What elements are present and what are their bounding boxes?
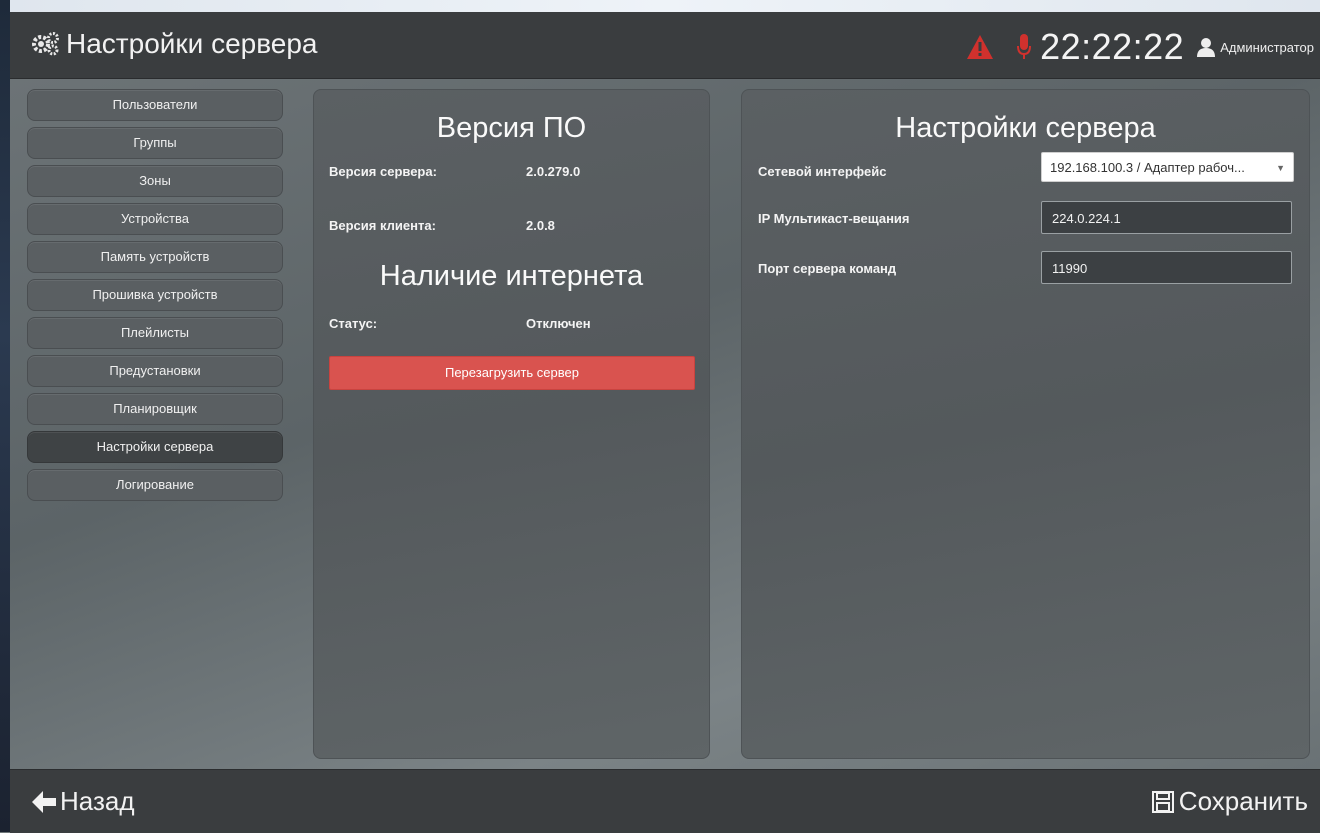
client-version-label: Версия клиента:	[329, 218, 436, 233]
save-button[interactable]: Сохранить	[1151, 786, 1308, 817]
chevron-down-icon: ▼	[1276, 163, 1285, 173]
server-version-value: 2.0.279.0	[526, 164, 581, 179]
app-header: Настройки сервера 22:22:22 Администратор	[10, 12, 1320, 79]
back-button[interactable]: Назад	[32, 786, 135, 817]
multicast-ip-label: IP Мультикаст-вещания	[758, 211, 910, 226]
window-top-edge	[10, 0, 1320, 12]
window-edge	[0, 0, 10, 832]
version-title: Версия ПО	[436, 112, 587, 144]
user-icon	[1197, 38, 1216, 57]
network-interface-value: 192.168.100.3 / Адаптер рабоч...	[1050, 160, 1245, 175]
arrow-left-icon	[32, 790, 56, 813]
client-version-value: 2.0.8	[526, 218, 555, 233]
app-footer: Назад Сохранить	[10, 769, 1320, 833]
network-interface-select[interactable]: 192.168.100.3 / Адаптер рабоч... ▼	[1041, 152, 1294, 182]
server-settings-panel: Настройки сервера Сетевой интерфейс 192.…	[741, 89, 1310, 759]
sidebar-item-presets[interactable]: Предустановки	[27, 355, 283, 387]
command-port-label: Порт сервера команд	[758, 261, 897, 276]
sidebar-item-device-memory[interactable]: Память устройств	[27, 241, 283, 273]
sidebar-item-logging[interactable]: Логирование	[27, 469, 283, 501]
warning-icon[interactable]	[966, 34, 994, 60]
gears-icon	[32, 32, 59, 56]
sidebar-item-scheduler[interactable]: Планировщик	[27, 393, 283, 425]
sidebar-item-playlists[interactable]: Плейлисты	[27, 317, 283, 349]
microphone-icon[interactable]	[1016, 32, 1032, 62]
header-status-group: 22:22:22 Администратор	[966, 26, 1314, 68]
sidebar-item-server-settings[interactable]: Настройки сервера	[27, 431, 283, 463]
sidebar-item-users[interactable]: Пользователи	[27, 89, 283, 121]
settings-title: Настройки сервера	[895, 112, 1156, 144]
back-label: Назад	[60, 786, 135, 816]
main-area: Пользователи Группы Зоны Устройства Памя…	[10, 79, 1320, 769]
sidebar-item-devices[interactable]: Устройства	[27, 203, 283, 235]
page-title: Настройки сервера	[66, 28, 318, 59]
internet-status-label: Статус:	[329, 316, 378, 331]
internet-title: Наличие интернета	[379, 260, 644, 292]
server-version-label: Версия сервера:	[329, 164, 437, 179]
multicast-ip-input[interactable]: 224.0.224.1	[1041, 201, 1292, 234]
command-port-input[interactable]: 11990	[1041, 251, 1292, 284]
sidebar-item-groups[interactable]: Группы	[27, 127, 283, 159]
user-name[interactable]: Администратор	[1220, 40, 1314, 55]
reboot-server-button[interactable]: Перезагрузить сервер	[329, 356, 695, 390]
clock: 22:22:22	[1040, 26, 1185, 67]
network-interface-label: Сетевой интерфейс	[758, 164, 887, 179]
save-label: Сохранить	[1178, 786, 1308, 816]
save-icon	[1151, 790, 1174, 813]
header-title-group: Настройки сервера	[30, 28, 318, 60]
internet-status-value: Отключен	[526, 316, 591, 331]
sidebar-item-zones[interactable]: Зоны	[27, 165, 283, 197]
sidebar-item-firmware[interactable]: Прошивка устройств	[27, 279, 283, 311]
sidebar-nav: Пользователи Группы Зоны Устройства Памя…	[27, 89, 283, 507]
version-panel: Версия ПО Версия сервера: 2.0.279.0 Верс…	[313, 89, 710, 759]
